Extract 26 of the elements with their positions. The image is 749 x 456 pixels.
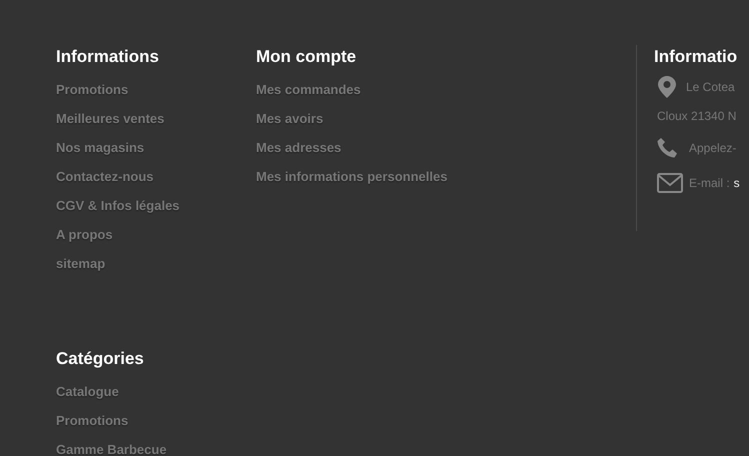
email-label: E-mail : [689,175,730,192]
footer-link[interactable]: Contactez-nous [56,168,154,186]
footer-link[interactable]: Mes adresses [256,139,342,157]
footer-heading: Mon compte [256,46,358,68]
footer-link[interactable]: Meilleures ventes [56,110,164,128]
footer-link[interactable]: sitemap [56,255,106,273]
address-text: Le Cotea [686,79,735,96]
email-icon [657,173,683,193]
footer-heading: Informatio [654,46,738,68]
footer-link[interactable]: A propos [56,226,113,244]
phone-icon [657,138,677,158]
footer-link[interactable]: Catalogue [56,383,119,401]
footer-link[interactable]: Mes informations personnelles [256,168,448,186]
email-link[interactable]: s [734,174,740,192]
footer-link[interactable]: Gamme Barbecue [56,441,167,456]
footer-link[interactable]: Nos magasins [56,139,144,157]
phone-text: Appelez- [689,140,736,157]
footer-link[interactable]: Mes commandes [256,81,361,99]
footer-link[interactable]: Promotions [56,412,128,430]
footer-heading: Catégories [56,348,145,370]
footer-heading: Informations [56,46,160,68]
address-text: Cloux 21340 N [657,108,738,125]
footer-link[interactable]: Mes avoirs [256,110,324,128]
footer-link[interactable]: CGV & Infos légales [56,197,180,215]
footer-link[interactable]: Promotions [56,81,128,99]
location-pin-icon [658,76,676,98]
